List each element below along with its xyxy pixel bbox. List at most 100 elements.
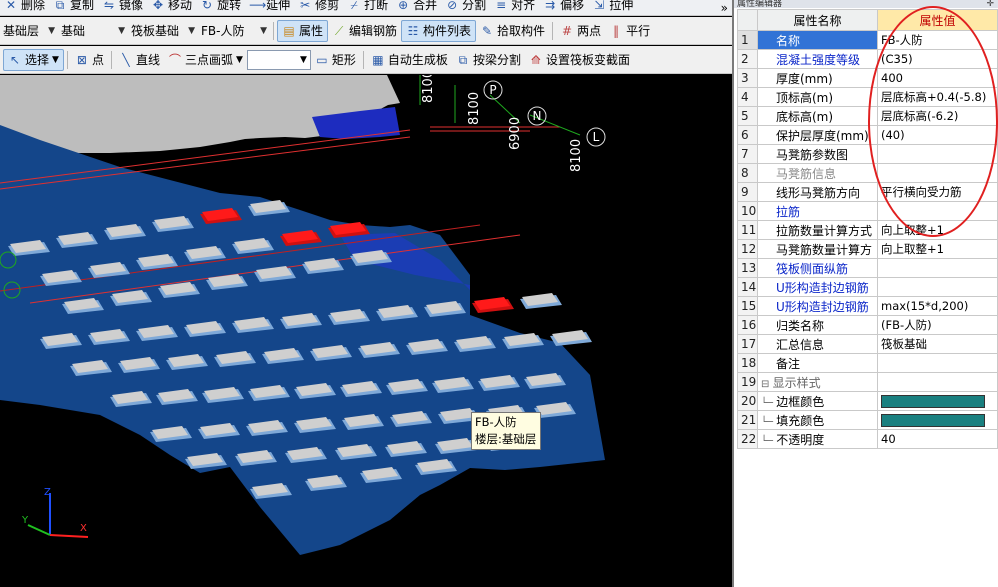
property-row[interactable]: 4 顶标高(m) 层底标高+0.4(-5.8) xyxy=(737,87,998,107)
select-button[interactable]: ↖ 选择 ▼ xyxy=(3,48,64,71)
color-swatch[interactable] xyxy=(881,394,985,408)
property-value[interactable] xyxy=(877,201,998,221)
property-value[interactable]: 层底标高(-6.2) xyxy=(877,106,998,126)
property-row[interactable]: 7 马凳筋参数图 xyxy=(737,144,998,164)
properties-button[interactable]: ▤ 属性 xyxy=(277,19,329,42)
category-select[interactable]: 基础 ▼ xyxy=(58,21,128,41)
property-value[interactable] xyxy=(877,277,998,297)
panel-title-text: 属性编辑器 xyxy=(737,0,783,8)
separator xyxy=(273,21,274,40)
rect-label: 矩形 xyxy=(331,53,356,67)
copy-label: 复制 xyxy=(70,0,95,12)
property-name: 归类名称 xyxy=(757,315,878,335)
split-label: 分割 xyxy=(462,0,487,12)
mirror-button[interactable]: ⇋ 镜像 xyxy=(98,0,147,13)
merge-button[interactable]: ⊕ 合并 xyxy=(392,0,441,13)
panel-empty-area xyxy=(734,449,998,587)
floor-select[interactable]: 基础层 ▼ xyxy=(0,21,58,41)
property-row[interactable]: 11 拉筋数量计算方式 向上取整+1 xyxy=(737,220,998,240)
property-row[interactable]: 20 └─ 边框颜色 xyxy=(737,391,998,411)
copy-button[interactable]: ⧉ 复制 xyxy=(49,0,98,13)
property-value[interactable]: (C35) xyxy=(877,49,998,69)
property-row[interactable]: 15 U形构造封边钢筋 max(15*d,200) xyxy=(737,296,998,316)
beam-split-button[interactable]: ⧉ 按梁分割 xyxy=(452,49,525,71)
two-points-button[interactable]: # 两点 xyxy=(556,20,605,42)
property-row[interactable]: 13 筏板侧面纵筋 xyxy=(737,258,998,278)
break-button[interactable]: ⌿ 打断 xyxy=(343,0,392,13)
set-section-button[interactable]: ⟰ 设置筏板变截面 xyxy=(525,49,634,71)
property-row[interactable]: 17 汇总信息 筏板基础 xyxy=(737,334,998,354)
property-value[interactable] xyxy=(877,353,998,373)
property-value[interactable] xyxy=(877,163,998,183)
property-value[interactable] xyxy=(877,372,998,392)
property-value[interactable]: (40) xyxy=(877,125,998,145)
component-list-button[interactable]: ☷ 构件列表 xyxy=(401,19,477,42)
arc-button[interactable]: ⌒ 三点画弧 ▼ xyxy=(164,49,247,71)
trim-button[interactable]: ✂ 修剪 xyxy=(294,0,343,13)
property-row[interactable]: 22 └─ 不透明度 40 xyxy=(737,429,998,449)
property-row[interactable]: 9 线形马凳筋方向 平行横向受力筋 xyxy=(737,182,998,202)
rotate-button[interactable]: ↻ 旋转 xyxy=(196,0,245,13)
model-canvas[interactable]: P N L 8100 8100 6900 8100 Z X Y xyxy=(0,75,732,587)
toolbar-overflow-button[interactable]: » xyxy=(717,0,732,15)
property-value[interactable]: 层底标高+0.4(-5.8) xyxy=(877,87,998,107)
property-row[interactable]: 14 U形构造封边钢筋 xyxy=(737,277,998,297)
property-table: 属性名称 属性值 1 名称 FB-人防 2 混凝土强度等级 (C35) 3 厚度(mm) 400… xyxy=(737,9,998,449)
property-name-text: 边框颜色 xyxy=(776,394,825,409)
property-name: 底标高(m) xyxy=(757,106,878,126)
property-value[interactable] xyxy=(877,391,998,411)
property-row[interactable]: 6 保护层厚度(mm) (40) xyxy=(737,125,998,145)
align-button[interactable]: ≡ 对齐 xyxy=(490,0,539,13)
property-row[interactable]: 10 拉筋 xyxy=(737,201,998,221)
property-row[interactable]: 18 备注 xyxy=(737,353,998,373)
property-value[interactable]: 向上取整+1 xyxy=(877,239,998,259)
edit-rebar-button[interactable]: ⟋ 编辑钢筋 xyxy=(328,20,401,42)
color-swatch[interactable] xyxy=(881,413,985,427)
parallel-button[interactable]: ‖ 平行 xyxy=(605,20,654,42)
row-number: 18 xyxy=(737,353,758,373)
rect-button[interactable]: ▭ 矩形 xyxy=(311,49,360,71)
property-value[interactable]: 向上取整+1 xyxy=(877,220,998,240)
property-value[interactable]: (FB-人防) xyxy=(877,315,998,335)
beam-split-label: 按梁分割 xyxy=(472,53,521,67)
property-value[interactable]: 平行横向受力筋 xyxy=(877,182,998,202)
property-row[interactable]: 3 厚度(mm) 400 xyxy=(737,68,998,88)
property-row[interactable]: 12 马凳筋数量计算方 向上取整+1 xyxy=(737,239,998,259)
drawing-viewport[interactable]: P N L 8100 8100 6900 8100 Z X Y FB-人防 楼层… xyxy=(0,75,732,587)
line-button[interactable]: ╲ 直线 xyxy=(115,49,164,71)
pick-component-button[interactable]: ✎ 拾取构件 xyxy=(476,20,549,42)
property-value[interactable] xyxy=(877,410,998,430)
property-value[interactable]: 筏板基础 xyxy=(877,334,998,354)
type-select[interactable]: 筏板基础 ▼ xyxy=(128,21,198,41)
property-value[interactable]: FB-人防 xyxy=(877,30,998,50)
stretch-button[interactable]: ⇲ 拉伸 xyxy=(588,0,637,13)
offset-button[interactable]: ⇉ 偏移 xyxy=(539,0,588,13)
property-row[interactable]: 19 ⊟ 显示样式 xyxy=(737,372,998,392)
point-button[interactable]: ⊠ 点 xyxy=(71,49,108,71)
property-value[interactable]: 40 xyxy=(877,429,998,449)
property-value[interactable]: max(15*d,200) xyxy=(877,296,998,316)
component-list-label: 构件列表 xyxy=(423,24,472,38)
property-name-text: U形构造封边钢筋 xyxy=(776,299,869,314)
collapse-icon[interactable]: ⊟ xyxy=(761,379,773,390)
property-row[interactable]: 2 混凝土强度等级 (C35) xyxy=(737,49,998,69)
hover-tooltip: FB-人防 楼层:基础层 xyxy=(471,412,541,450)
move-button[interactable]: ✥ 移动 xyxy=(147,0,196,13)
property-value[interactable] xyxy=(877,258,998,278)
property-value[interactable]: 400 xyxy=(877,68,998,88)
arc-option-select[interactable]: ▼ xyxy=(246,49,311,70)
property-row[interactable]: 5 底标高(m) 层底标高(-6.2) xyxy=(737,106,998,126)
pin-icon[interactable]: ✛ xyxy=(986,0,994,8)
property-row[interactable]: 16 归类名称 (FB-人防) xyxy=(737,315,998,335)
property-value[interactable] xyxy=(877,144,998,164)
property-row[interactable]: 21 └─ 填充颜色 xyxy=(737,410,998,430)
auto-gen-button[interactable]: ▦ 自动生成板 xyxy=(367,49,452,71)
property-row[interactable]: 1 名称 FB-人防 xyxy=(737,30,998,50)
property-name-text: 拉筋 xyxy=(776,204,801,219)
rotate-label: 旋转 xyxy=(217,0,242,12)
split-button[interactable]: ⊘ 分割 xyxy=(441,0,490,13)
component-select[interactable]: FB-人防 ▼ xyxy=(198,21,270,41)
property-row[interactable]: 8 马凳筋信息 xyxy=(737,163,998,183)
extend-button[interactable]: ⟶ 延伸 xyxy=(245,0,294,13)
delete-button[interactable]: ✕ 删除 xyxy=(0,0,49,13)
